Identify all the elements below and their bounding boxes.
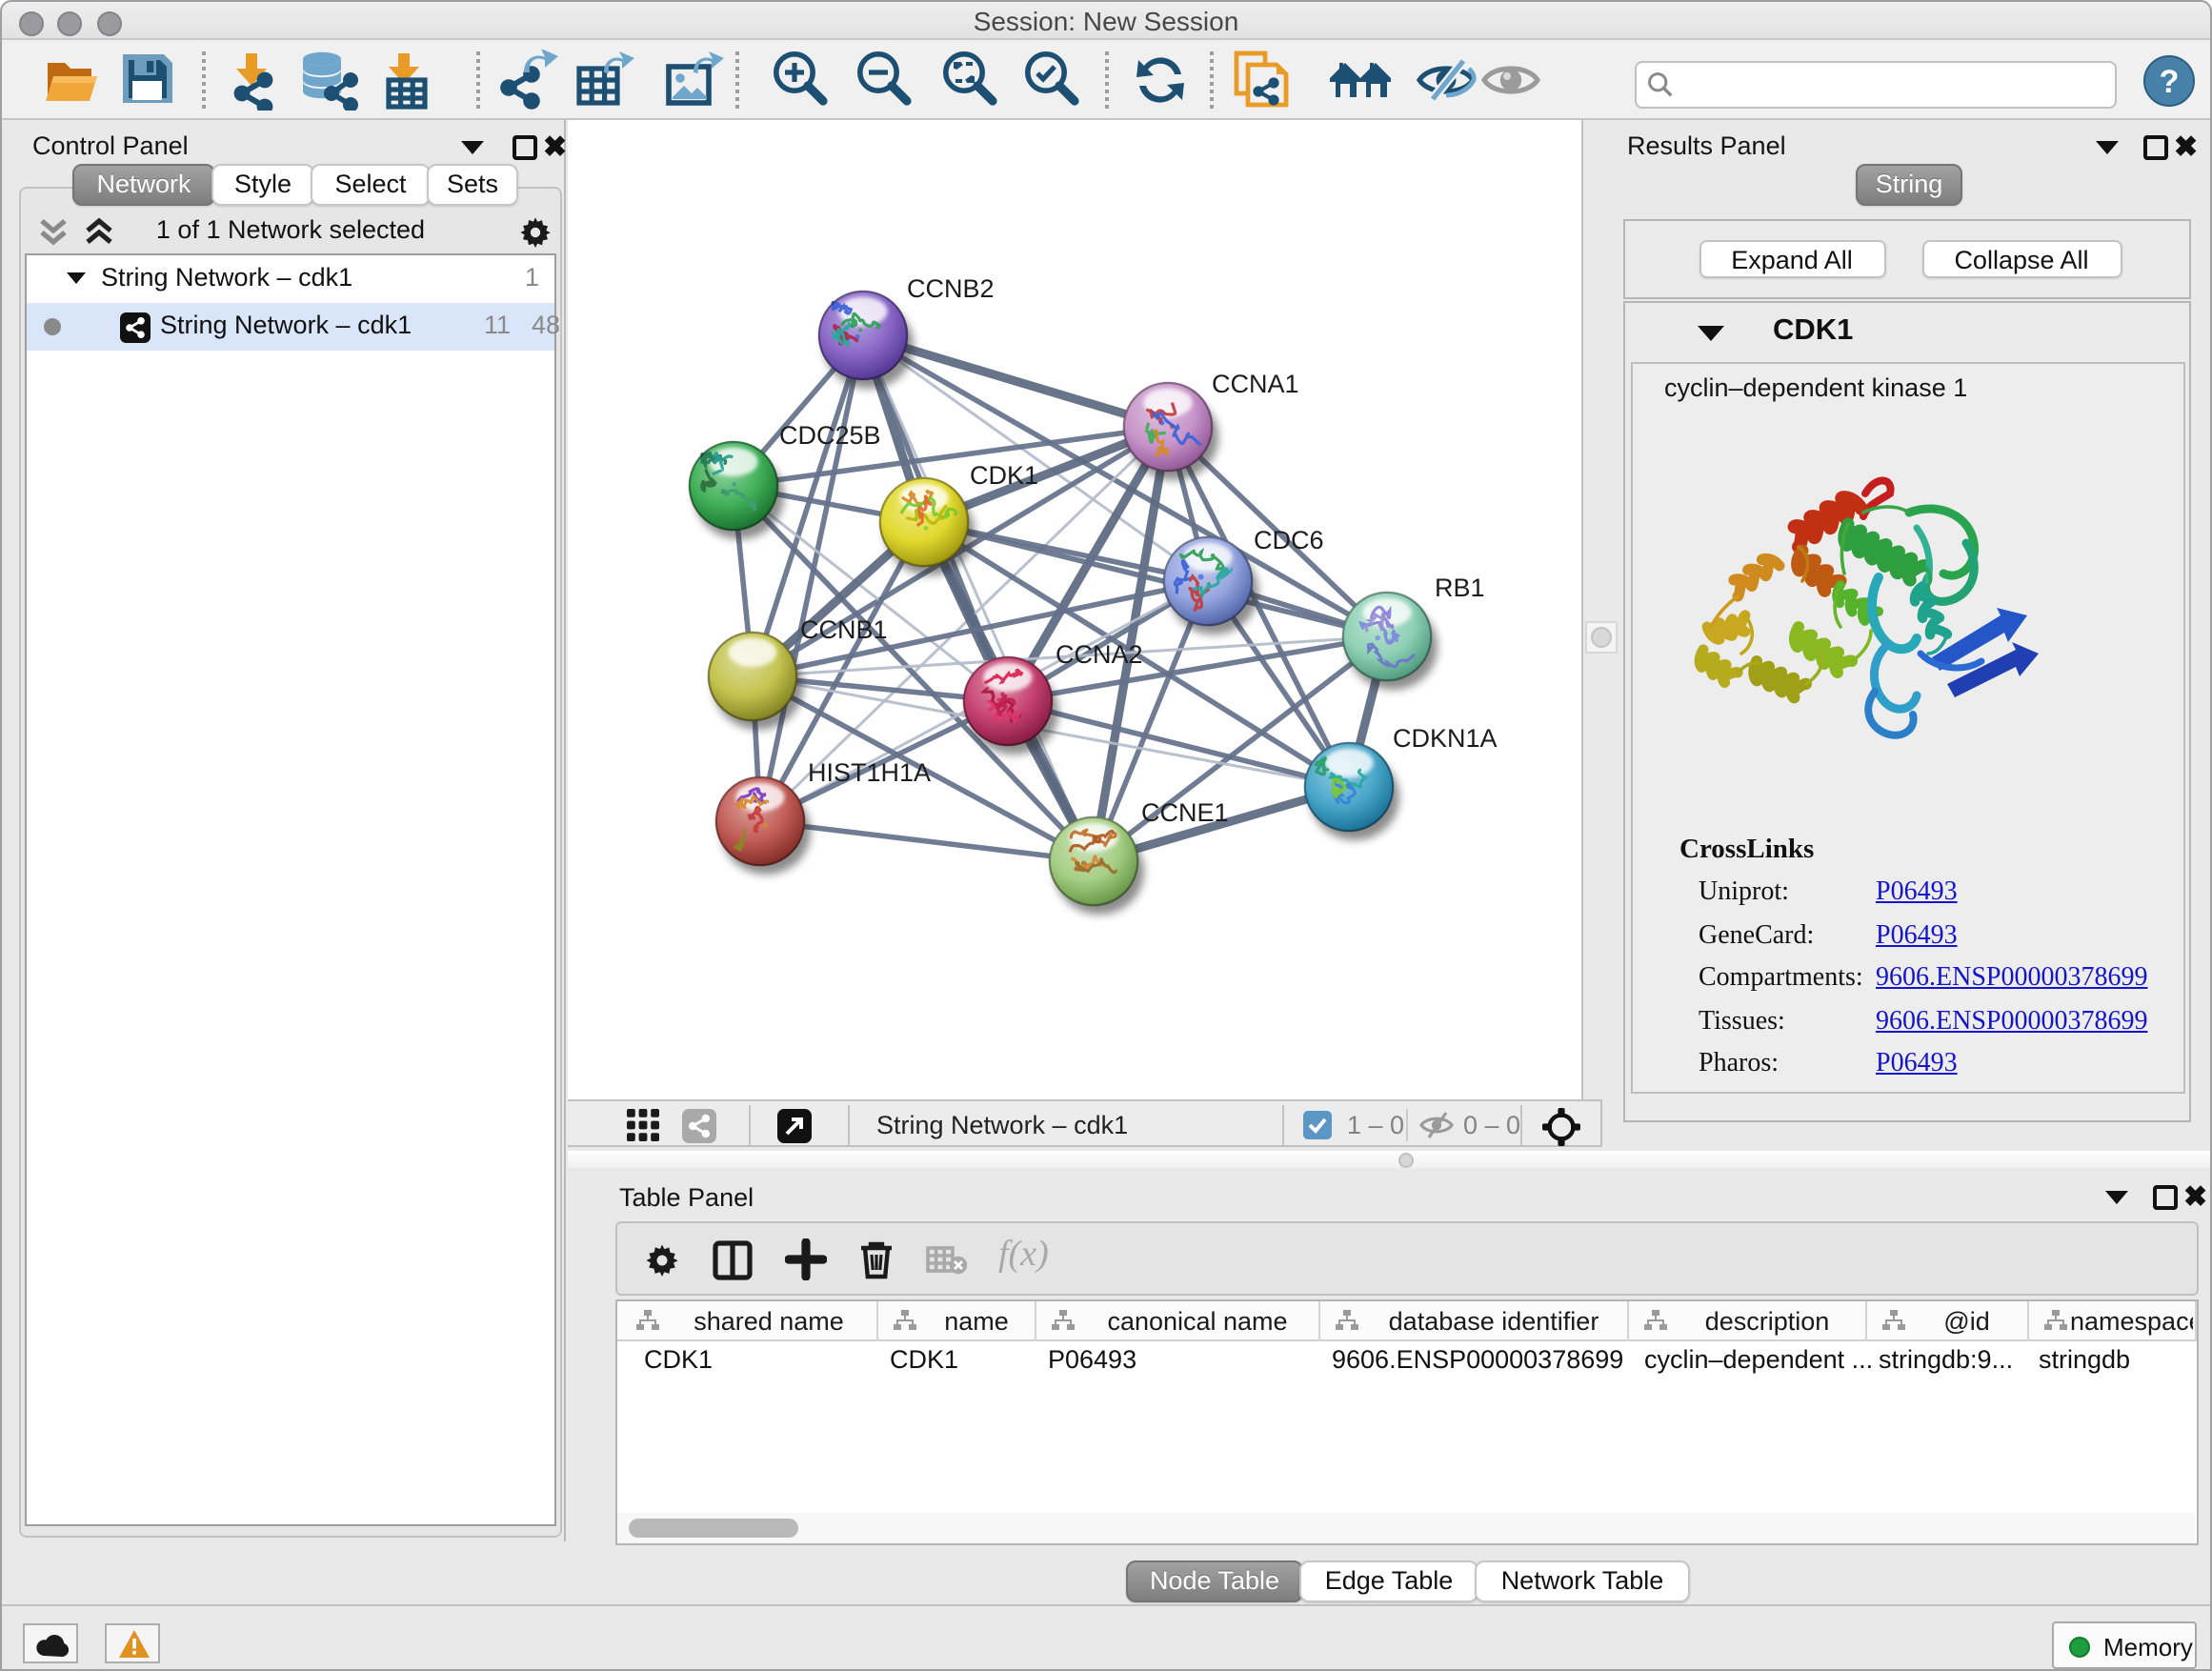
svg-text:CCNB1: CCNB1 bbox=[800, 615, 888, 644]
svg-text:CCNE1: CCNE1 bbox=[1141, 798, 1229, 827]
svg-text:CDKN1A: CDKN1A bbox=[1393, 724, 1498, 753]
svg-text:CDK1: CDK1 bbox=[970, 461, 1038, 490]
svg-text:CCNA1: CCNA1 bbox=[1212, 370, 1299, 398]
svg-text:?: ? bbox=[2160, 64, 2180, 100]
svg-text:RB1: RB1 bbox=[1435, 574, 1485, 602]
svg-text:CDC25B: CDC25B bbox=[779, 421, 881, 450]
svg-text:HIST1H1A: HIST1H1A bbox=[808, 758, 931, 787]
svg-text:CCNB2: CCNB2 bbox=[907, 274, 995, 303]
svg-text:CCNA2: CCNA2 bbox=[1056, 640, 1143, 669]
svg-text:CDC6: CDC6 bbox=[1254, 526, 1324, 554]
